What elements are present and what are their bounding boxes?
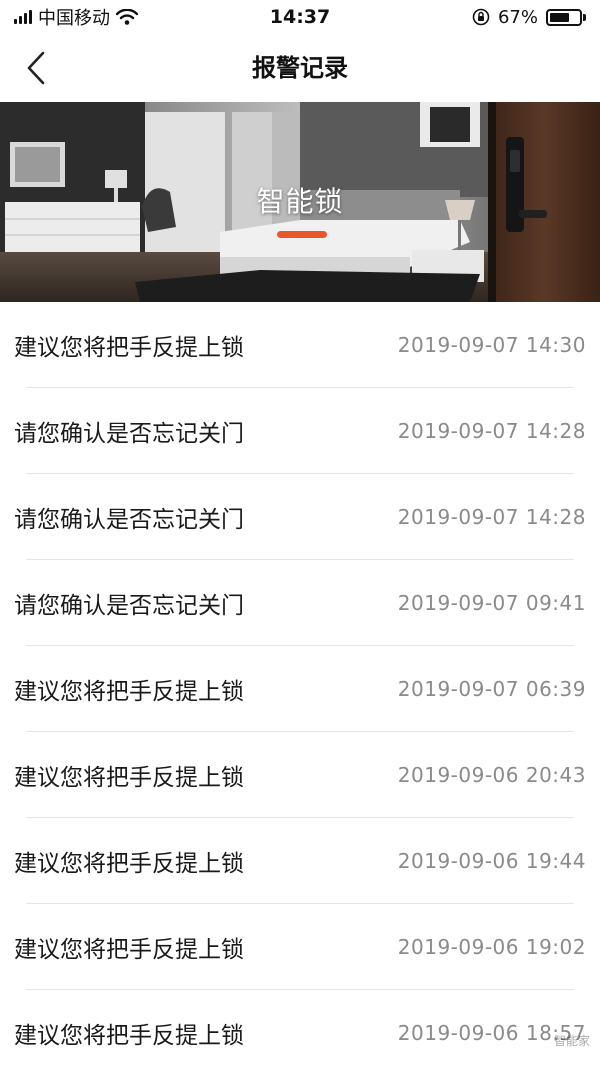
- carrier-label: 中国移动: [38, 8, 110, 29]
- alarm-timestamp: 2019-09-07 14:28: [397, 505, 586, 529]
- alarm-record-row[interactable]: 建议您将把手反提上锁 2019-09-06 20:43: [0, 732, 600, 818]
- alarm-record-row[interactable]: 请您确认是否忘记关门 2019-09-07 14:28: [0, 388, 600, 474]
- alarm-timestamp: 2019-09-06 19:44: [397, 849, 586, 873]
- banner-title: 智能锁: [256, 185, 344, 218]
- signal-icon: [14, 10, 32, 24]
- alarm-record-row[interactable]: 建议您将把手反提上锁 2019-09-06 19:44: [0, 818, 600, 904]
- alarm-message: 建议您将把手反提上锁: [14, 937, 244, 963]
- alarm-record-row[interactable]: 建议您将把手反提上锁 2019-09-07 14:30: [0, 302, 600, 388]
- alarm-timestamp: 2019-09-07 14:30: [397, 333, 586, 357]
- alarm-message: 请您确认是否忘记关门: [14, 507, 244, 533]
- back-button[interactable]: [14, 46, 58, 90]
- battery-percent: 67%: [497, 6, 538, 28]
- alarm-message: 建议您将把手反提上锁: [14, 335, 244, 361]
- status-bar-left: 中国移动: [14, 4, 138, 30]
- alarm-timestamp: 2019-09-07 14:28: [397, 419, 586, 443]
- alarm-timestamp: 2019-09-07 09:41: [397, 591, 586, 615]
- alarm-timestamp: 2019-09-06 19:02: [397, 935, 586, 959]
- status-bar-right: 67%: [472, 7, 586, 28]
- nav-bar: 报警记录: [0, 34, 600, 102]
- wifi-icon: [116, 9, 138, 25]
- alarm-message: 建议您将把手反提上锁: [14, 851, 244, 877]
- page-title: 报警记录: [252, 54, 348, 82]
- alarm-message: 请您确认是否忘记关门: [14, 421, 244, 447]
- orientation-lock-icon: [472, 8, 490, 26]
- alarm-timestamp: 2019-09-07 06:39: [397, 677, 586, 701]
- alarm-record-row[interactable]: 建议您将把手反提上锁 2019-09-06 19:02: [0, 904, 600, 990]
- alarm-timestamp: 2019-09-06 20:43: [397, 763, 586, 787]
- banner-underline-accent: [277, 231, 327, 238]
- alarm-records-screen: 中国移动 14:37 67% 报警记录 智能锁 建议您将把手反提上锁 2019-…: [0, 0, 600, 1067]
- alarm-list: 建议您将把手反提上锁 2019-09-07 14:30 请您确认是否忘记关门 2019…: [0, 302, 600, 1067]
- alarm-record-row[interactable]: 请您确认是否忘记关门 2019-09-07 14:28: [0, 474, 600, 560]
- alarm-message: 建议您将把手反提上锁: [14, 765, 244, 791]
- status-bar: 中国移动 14:37 67%: [0, 0, 600, 34]
- watermark-logo: 智能家: [553, 1034, 590, 1048]
- alarm-record-row[interactable]: 建议您将把手反提上锁 2019-09-07 06:39: [0, 646, 600, 732]
- alarm-record-row[interactable]: 建议您将把手反提上锁 2019-09-06 18:57: [0, 990, 600, 1067]
- alarm-record-row[interactable]: 请您确认是否忘记关门 2019-09-07 09:41: [0, 560, 600, 646]
- banner: 智能锁: [0, 102, 600, 302]
- alarm-message: 建议您将把手反提上锁: [14, 679, 244, 705]
- chevron-left-icon: [27, 51, 45, 85]
- alarm-message: 建议您将把手反提上锁: [14, 1023, 244, 1049]
- alarm-message: 请您确认是否忘记关门: [14, 593, 244, 619]
- battery-icon: [546, 8, 586, 26]
